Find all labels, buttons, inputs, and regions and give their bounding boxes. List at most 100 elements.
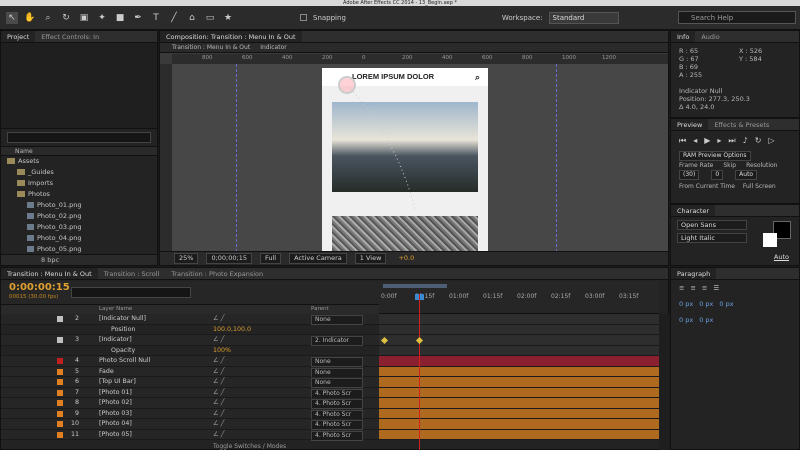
label-color-swatch[interactable] (57, 421, 63, 427)
layer-name[interactable]: [Indicator] (99, 335, 132, 346)
tab-info[interactable]: Info (671, 31, 696, 42)
tab-effect-controls[interactable]: Effect Controls: In (35, 31, 105, 42)
layer-switches[interactable]: ∠ ╱ (213, 409, 224, 420)
label-color-swatch[interactable] (57, 431, 63, 438)
bpc-indicator[interactable]: 8 bpc (1, 254, 157, 265)
tab-project[interactable]: Project (1, 31, 36, 42)
toggle-switches-modes[interactable]: Toggle Switches / Modes (213, 443, 286, 450)
breadcrumb-indicator[interactable]: Indicator (260, 43, 287, 52)
project-item[interactable]: _Guides (1, 167, 157, 178)
puppet-tool-icon[interactable]: ★ (222, 12, 234, 24)
last-frame-icon[interactable]: ⏭ (728, 136, 735, 146)
layer-name[interactable]: Photo Scroll Null (99, 356, 150, 367)
property-name[interactable]: Opacity (111, 346, 135, 357)
layer-row[interactable]: 11 [Photo 05] ∠ ╱ 4. Photo Scr (1, 429, 379, 441)
label-color-swatch[interactable] (57, 400, 63, 406)
label-color-swatch[interactable] (57, 389, 63, 396)
align-center-icon[interactable]: ≡ (690, 284, 695, 292)
property-name[interactable]: Position (111, 325, 136, 336)
first-frame-icon[interactable]: ⏮ (679, 136, 686, 146)
layer-track[interactable] (379, 377, 659, 388)
tab-timeline-scroll[interactable]: Transition : Scroll (98, 268, 166, 279)
pan-behind-tool-icon[interactable]: ✦ (96, 12, 108, 24)
stamp-tool-icon[interactable]: ⌂ (186, 12, 198, 24)
tab-character[interactable]: Character (671, 205, 716, 216)
parent-select[interactable]: 4. Photo Scr (311, 388, 363, 399)
layer-track[interactable] (379, 324, 659, 335)
space-before-value[interactable]: 0 px (679, 316, 693, 324)
layer-track[interactable] (379, 398, 659, 409)
pen-tool-icon[interactable]: ✒ (132, 12, 144, 24)
type-tool-icon[interactable]: T (150, 12, 162, 24)
label-color-swatch[interactable] (57, 337, 63, 343)
tab-composition[interactable]: Composition: Transition : Menu In & Out (160, 31, 302, 42)
layer-name[interactable]: [Photo 03] (99, 409, 132, 420)
layer-track[interactable] (379, 345, 659, 356)
audio-icon[interactable]: ♪ (743, 136, 748, 146)
skip-select[interactable]: 0 (711, 170, 724, 180)
camera-select[interactable]: Active Camera (289, 253, 347, 264)
layer-track[interactable] (379, 429, 659, 440)
ram-preview-icon[interactable]: ▷ (768, 136, 774, 146)
camera-tool-icon[interactable]: ▣ (78, 12, 90, 24)
label-color-swatch[interactable] (57, 358, 63, 364)
indent-right-value[interactable]: 0 px (699, 300, 713, 308)
layer-row[interactable]: Opacity 100% (1, 345, 379, 357)
workspace-select[interactable]: Standard (548, 11, 619, 24)
property-value[interactable]: 100.0,100.0 (213, 325, 251, 336)
layer-tracks[interactable] (379, 314, 659, 450)
ram-preview-options-select[interactable]: RAM Preview Options (679, 151, 751, 161)
layer-switches[interactable]: ∠ ╱ (213, 314, 224, 325)
layer-name[interactable]: [Photo 05] (99, 430, 132, 441)
layer-row[interactable]: 6 [Top UI Bar] ∠ ╱ None (1, 377, 379, 388)
layer-switches[interactable]: ∠ ╱ (213, 356, 224, 367)
indent-left-value[interactable]: 0 px (679, 300, 693, 308)
composition-viewer[interactable]: LOREM IPSUM DOLOR ⌕ (172, 64, 668, 252)
parent-header[interactable]: Parent (311, 305, 329, 314)
project-item[interactable]: Photos (1, 189, 157, 200)
parent-select[interactable]: None (311, 378, 363, 388)
parent-select[interactable]: None (311, 315, 363, 325)
current-time-indicator[interactable] (419, 294, 420, 450)
work-area-bar[interactable] (383, 284, 447, 288)
parent-select[interactable]: 4. Photo Scr (311, 409, 363, 420)
frame-rate-select[interactable]: (30) (679, 170, 700, 180)
layer-row[interactable]: 10 [Photo 04] ∠ ╱ 4. Photo Scr (1, 419, 379, 430)
prev-frame-icon[interactable]: ◂ (693, 136, 697, 146)
resolution-select[interactable]: Full (259, 253, 282, 264)
parent-select[interactable]: None (311, 367, 363, 378)
font-family-select[interactable]: Open Sans (677, 220, 747, 230)
name-column-header[interactable]: Name (1, 146, 157, 156)
layer-row[interactable]: 8 [Photo 02] ∠ ╱ 4. Photo Scr (1, 398, 379, 409)
label-color-swatch[interactable] (57, 379, 63, 385)
layer-switches[interactable]: ∠ ╱ (213, 367, 224, 378)
tab-timeline-photo-expansion[interactable]: Transition : Photo Expansion (165, 268, 269, 279)
project-item[interactable]: Imports (1, 178, 157, 189)
layer-row[interactable]: 5 Fade ∠ ╱ None (1, 366, 379, 378)
layer-name[interactable]: [Top UI Bar] (99, 377, 136, 388)
parent-select[interactable]: 4. Photo Scr (311, 420, 363, 430)
parent-select[interactable]: None (311, 357, 363, 367)
tab-timeline-menu[interactable]: Transition : Menu In & Out (1, 268, 98, 279)
parent-select[interactable]: 4. Photo Scr (311, 430, 363, 441)
breadcrumb-main-comp[interactable]: Transition : Menu In & Out (172, 43, 250, 52)
property-value[interactable]: 100% (213, 346, 231, 357)
hand-tool-icon[interactable]: ✋ (24, 12, 36, 24)
leading-value[interactable]: Auto (774, 253, 789, 261)
timeline-scrollbar[interactable] (659, 314, 669, 450)
project-search-input[interactable] (7, 132, 151, 143)
layer-name[interactable]: Fade (99, 367, 114, 378)
parent-select[interactable]: 2. Indicator (311, 336, 363, 346)
from-current-time-checkbox[interactable]: From Current Time (679, 182, 735, 191)
layer-name[interactable]: [Photo 01] (99, 388, 132, 399)
layer-switches[interactable]: ∠ ╱ (213, 335, 224, 346)
parent-select[interactable]: 4. Photo Scr (311, 399, 363, 409)
tab-preview[interactable]: Preview (671, 119, 709, 130)
snapping-checkbox[interactable] (300, 14, 307, 21)
layer-track[interactable] (379, 314, 659, 325)
project-item[interactable]: Photo_04.png (1, 233, 157, 244)
layer-row[interactable]: 4 Photo Scroll Null ∠ ╱ None (1, 356, 379, 367)
project-item[interactable]: Assets (1, 156, 157, 167)
layer-row[interactable]: 2 [Indicator Null] ∠ ╱ None (1, 314, 379, 325)
layer-name[interactable]: [Photo 02] (99, 398, 132, 409)
